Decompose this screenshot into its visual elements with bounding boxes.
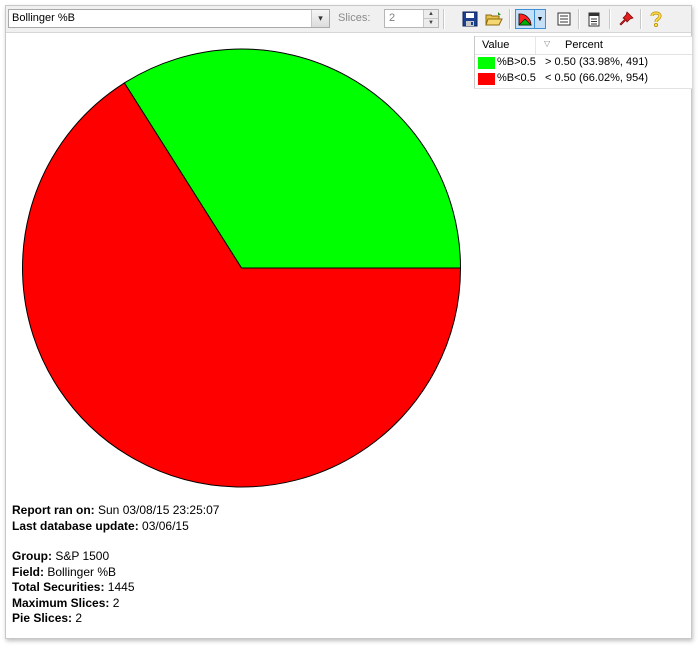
- save-icon: [462, 11, 478, 27]
- field-select-value: Bollinger %B: [12, 12, 75, 24]
- report-ran-label: Report ran on:: [12, 503, 95, 517]
- report-group-value: S&P 1500: [52, 549, 110, 563]
- legend-row[interactable]: %B<0.5 < 0.50 (66.02%, 954): [475, 71, 692, 87]
- pie-chart-icon: [518, 13, 532, 26]
- legend-header: Value ▽ Percent: [475, 36, 692, 55]
- legend-row-percent: > 0.50 (33.98%, 491): [545, 56, 649, 68]
- slices-value[interactable]: 2: [389, 12, 395, 24]
- field-select[interactable]: Bollinger %B ▾: [8, 9, 330, 28]
- legend-swatch-green: [478, 57, 495, 69]
- report-group-label: Group:: [12, 549, 52, 563]
- toolbar-separator: [609, 9, 611, 29]
- report-ran-value: Sun 03/08/15 23:25:07: [94, 503, 220, 517]
- report-field-value: Bollinger %B: [44, 564, 117, 579]
- report-icon: [588, 12, 600, 26]
- legend-row-value: %B>0.5: [497, 56, 536, 68]
- spin-up-icon[interactable]: ▲: [423, 10, 438, 19]
- toolbar-separator: [509, 9, 511, 29]
- report-pie-line: Pie Slices: 2: [12, 611, 219, 627]
- legend-column-value[interactable]: Value: [482, 39, 509, 51]
- chevron-down-icon[interactable]: ▾: [311, 10, 329, 27]
- toolbar-separator: [578, 9, 580, 29]
- pie-chart-button[interactable]: [515, 9, 535, 29]
- sort-icon: ▽: [544, 39, 551, 48]
- report-total-line: Total Securities: 1445: [12, 580, 219, 596]
- open-folder-icon: [485, 12, 503, 26]
- slices-stepper[interactable]: 2 ▲ ▼: [384, 9, 439, 28]
- report-db-label: Last database update:: [12, 518, 139, 533]
- report-total-label: Total Securities:: [12, 580, 105, 594]
- legend-column-percent[interactable]: Percent: [565, 39, 603, 51]
- help-icon: [650, 11, 662, 27]
- toolbar: Bollinger %B ▾ Slices: 2 ▲ ▼ ▼: [6, 6, 691, 33]
- report-group-line: Group: S&P 1500: [12, 549, 219, 565]
- legend: Value ▽ Percent %B>0.5 > 0.50 (33.98%, 4…: [474, 36, 692, 89]
- report-pie-label: Pie Slices:: [12, 611, 73, 625]
- slices-label: Slices:: [338, 12, 371, 24]
- report-max-value: 2: [109, 595, 120, 610]
- pie-chart-window: Bollinger %B ▾ Slices: 2 ▲ ▼ ▼ Value ▽ P…: [5, 5, 692, 639]
- help-button[interactable]: [646, 9, 666, 29]
- report-max-line: Maximum Slices: 2: [12, 596, 219, 612]
- report-db-line: Last database update: 03/06/15: [12, 519, 219, 535]
- report-ran-line: Report ran on: Sun 03/08/15 23:25:07: [12, 503, 219, 519]
- legend-swatch-red: [478, 73, 495, 85]
- column-divider[interactable]: [535, 37, 536, 54]
- chevron-down-icon[interactable]: ▼: [535, 9, 546, 29]
- list-icon: [557, 12, 571, 26]
- report-total-value: 1445: [104, 580, 135, 594]
- legend-row-value: %B<0.5: [497, 72, 536, 84]
- toolbar-separator: [640, 9, 642, 29]
- legend-row[interactable]: %B>0.5 > 0.50 (33.98%, 491): [475, 55, 692, 71]
- pin-button[interactable]: [616, 9, 636, 29]
- report-button[interactable]: [584, 9, 604, 29]
- report-db-value: 03/06/15: [138, 518, 189, 533]
- report-field-label: Field:: [12, 564, 44, 579]
- save-button[interactable]: [460, 9, 480, 29]
- report-pie-value: 2: [72, 611, 83, 625]
- pie-chart: [22, 48, 462, 488]
- pin-icon: [619, 11, 634, 26]
- spin-down-icon[interactable]: ▼: [423, 19, 438, 27]
- report-summary: Report ran on: Sun 03/08/15 23:25:07 Las…: [12, 503, 219, 627]
- list-button[interactable]: [554, 9, 574, 29]
- toolbar-separator: [443, 9, 445, 29]
- report-max-label: Maximum Slices:: [12, 595, 110, 610]
- report-field-line: Field: Bollinger %B: [12, 565, 219, 581]
- open-folder-button[interactable]: [484, 9, 504, 29]
- legend-row-percent: < 0.50 (66.02%, 954): [545, 72, 649, 84]
